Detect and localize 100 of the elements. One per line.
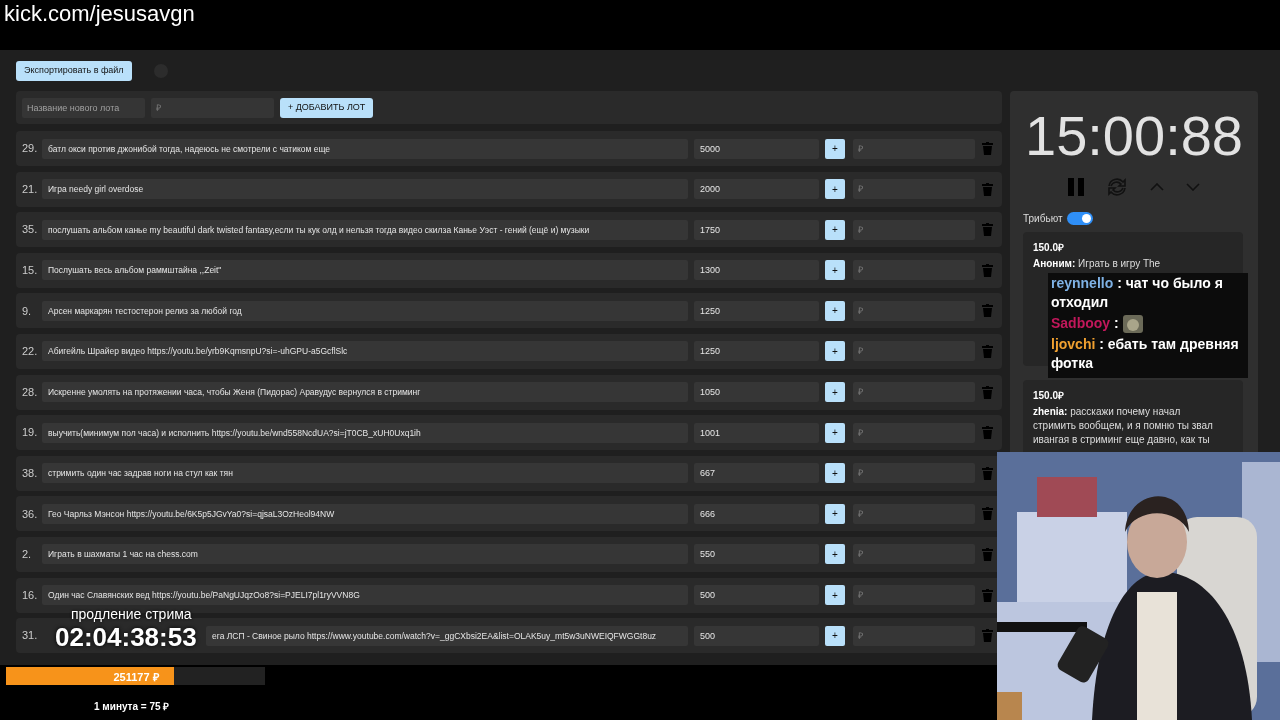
trash-icon[interactable]	[982, 344, 993, 358]
lot-number: 31.	[22, 628, 39, 644]
add-amount-button[interactable]: +	[825, 463, 845, 484]
lot-number: 36.	[22, 506, 39, 522]
amount-field[interactable]: 1001	[694, 422, 819, 443]
add-amount-field[interactable]: ₽	[853, 625, 975, 646]
add-amount-field[interactable]: ₽	[853, 219, 975, 240]
lot-name-field[interactable]: Игра needy girl overdose	[42, 179, 688, 200]
donation-amount: 150.0₽	[1033, 241, 1066, 255]
chevron-down-icon[interactable]	[1186, 183, 1200, 191]
amount-field[interactable]: 1250	[694, 341, 819, 362]
url-text: kick.com/jesusavgn	[4, 0, 195, 28]
amount-field[interactable]: 1050	[694, 382, 819, 403]
lot-number: 29.	[22, 141, 39, 157]
lot-name-field[interactable]: ега ЛСП - Свиное рыло https://www.youtube.com/watch?v=_ggCXbsi2EA&list=OLAK5uy_mt5w3uNWEIQFWGGt8uz	[206, 625, 688, 646]
add-amount-button[interactable]: +	[825, 179, 845, 200]
lot-number: 28.	[22, 384, 39, 400]
add-lot-button[interactable]: + ДОБАВИТЬ ЛОТ	[280, 97, 374, 118]
price-field[interactable]: ₽	[151, 97, 274, 118]
trash-icon[interactable]	[982, 263, 993, 277]
lot-name-field[interactable]: Послушать весь альбом раммштайна ,,Zeit"	[42, 260, 688, 281]
amount-field[interactable]: 1300	[694, 260, 819, 281]
add-amount-field[interactable]: ₽	[853, 260, 975, 281]
add-amount-button[interactable]: +	[825, 138, 845, 159]
add-amount-field[interactable]: ₽	[853, 341, 975, 362]
lot-name-field[interactable]: Гео Чарльз Мэнсон https://youtu.be/6K5p5JGvYa0?si=qjsaL3OzHeol94NW	[42, 503, 688, 524]
trash-icon[interactable]	[982, 182, 993, 196]
lot-number: 19.	[22, 425, 39, 441]
trash-icon[interactable]	[982, 629, 993, 643]
add-amount-field[interactable]: ₽	[853, 463, 975, 484]
add-amount-field[interactable]: ₽	[853, 300, 975, 321]
lot-number: 35.	[22, 222, 39, 238]
trash-icon[interactable]	[982, 142, 993, 155]
lot-number: 2.	[22, 547, 33, 563]
trash-icon[interactable]	[982, 426, 993, 440]
timer-display: 15:00:88	[1024, 105, 1244, 167]
add-amount-field[interactable]: ₽	[853, 503, 975, 524]
goal-amount: 251177 ₽	[112, 670, 160, 685]
lot-number: 9.	[22, 303, 33, 319]
lot-name-field[interactable]: Один час Славянских вед https://youtu.be/PaNgUJqzOo8?si=PJELI7pl1ryVVN8G	[42, 585, 688, 606]
trash-icon[interactable]	[982, 588, 993, 602]
amount-field[interactable]: 1250	[694, 300, 819, 321]
add-amount-button[interactable]: +	[825, 544, 845, 565]
chat-message: ljovchi : ебать там древняя фотка	[1051, 335, 1240, 373]
add-amount-button[interactable]: +	[825, 422, 845, 443]
trash-icon[interactable]	[982, 385, 993, 399]
add-amount-button[interactable]: +	[825, 382, 845, 403]
trash-icon[interactable]	[982, 466, 993, 480]
lot-name-field[interactable]: батл окси против джонибой тогда, надеюсь не смотрели с чатиком еще	[42, 138, 688, 159]
add-amount-button[interactable]: +	[825, 219, 845, 240]
lot-number: 16.	[22, 587, 39, 603]
lot-name-field[interactable]: выучить(минимум пол часа) и исполнить https://youtu.be/wnd558NcdUA?si=jT0CB_xUH0Uxq1ih	[42, 422, 688, 443]
emote-icon	[1122, 314, 1143, 333]
pause-icon[interactable]	[1068, 178, 1084, 196]
tribute-toggle[interactable]	[1066, 212, 1093, 225]
tribute-label: Трибьют	[1023, 212, 1063, 226]
amount-field[interactable]: 550	[694, 544, 819, 565]
countdown-text: 02:04:38:53	[55, 622, 197, 652]
overlay-label: продление стрима	[70, 606, 193, 622]
amount-field[interactable]: 500	[694, 625, 819, 646]
trash-icon[interactable]	[982, 304, 993, 318]
amount-field[interactable]: 500	[694, 585, 819, 606]
donation-message: zhenia: расскажи почему начал стримить вообщем, и я помню ты звал ивангая в стриминг еще давно, как ты	[1033, 405, 1214, 447]
lot-name-field[interactable]: Арсен маркарян тестостерон релиз за любой год	[42, 300, 688, 321]
amount-field[interactable]: 2000	[694, 179, 819, 200]
add-amount-field[interactable]: ₽	[853, 585, 975, 606]
export-button[interactable]: Экспортировать в файл	[16, 60, 132, 81]
add-amount-field[interactable]: ₽	[853, 138, 975, 159]
amount-field[interactable]: 1750	[694, 219, 819, 240]
lot-number: 15.	[22, 263, 39, 279]
add-amount-button[interactable]: +	[825, 341, 845, 362]
amount-field[interactable]: 667	[694, 463, 819, 484]
trash-icon[interactable]	[982, 223, 993, 237]
chat-message: Sadbooy :	[1051, 314, 1119, 333]
trash-icon[interactable]	[982, 507, 993, 521]
add-amount-field[interactable]: ₽	[853, 422, 975, 443]
add-amount-button[interactable]: +	[825, 503, 845, 524]
add-amount-button[interactable]: +	[825, 625, 845, 646]
lot-name-field[interactable]: стримить один час задрав ноги на стул как тян	[42, 463, 688, 484]
add-amount-button[interactable]: +	[825, 300, 845, 321]
lot-name-field[interactable]: Играть в шахматы 1 час на chess.com	[42, 544, 688, 565]
add-amount-button[interactable]: +	[825, 260, 845, 281]
add-amount-field[interactable]: ₽	[853, 382, 975, 403]
add-amount-field[interactable]: ₽	[853, 179, 975, 200]
add-amount-field[interactable]: ₽	[853, 544, 975, 565]
donation-message: Аноним: Играть в игру The	[1033, 257, 1162, 271]
amount-field[interactable]: 666	[694, 503, 819, 524]
lot-number: 38.	[22, 466, 39, 481]
chevron-up-icon[interactable]	[1150, 183, 1164, 191]
refresh-icon[interactable]	[1106, 177, 1128, 197]
trash-icon[interactable]	[982, 547, 993, 561]
add-amount-button[interactable]: +	[825, 585, 845, 606]
lot-name-field[interactable]: Название нового лота	[22, 97, 145, 118]
lot-name-field[interactable]: Абигейль Шрайер видео https://youtu.be/yrb9KqmsnpU?si=-uhGPU-a5GcflSlc	[42, 341, 688, 362]
lot-name-field[interactable]: послушать альбом канье my beautiful dark twisted fantasy,если ты кук олд и нельзя тогда видео скилза Канье Уэст - гений (ещё и) музыки	[42, 219, 688, 240]
lot-name-field[interactable]: Искренне умолять на протяжении часа, чтобы Женя (Пидорас) Аравудус вернулся в стриминг	[42, 382, 688, 403]
donation-amount: 150.0₽	[1033, 389, 1066, 403]
lot-number: 22.	[22, 344, 39, 360]
rate-text: 1 минута = 75 ₽	[94, 700, 170, 714]
amount-field[interactable]: 5000	[694, 138, 819, 159]
